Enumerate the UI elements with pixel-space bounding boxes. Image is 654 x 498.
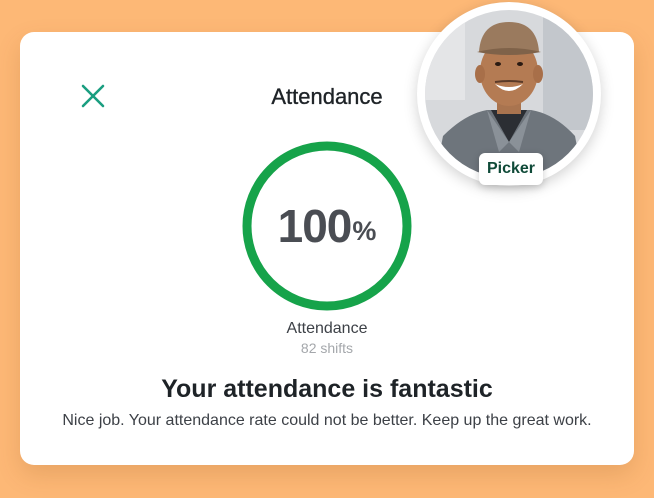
body-message: Nice job. Your attendance rate could not… xyxy=(62,412,592,429)
attendance-value: 100 % xyxy=(241,140,413,312)
headline: Your attendance is fantastic xyxy=(161,375,493,403)
attendance-percent: 100 xyxy=(277,200,353,252)
role-badge: Picker xyxy=(479,153,543,185)
shift-count: 82 shifts xyxy=(300,340,354,356)
percent-unit: % xyxy=(352,215,377,246)
metric-label: Attendance xyxy=(286,320,368,337)
